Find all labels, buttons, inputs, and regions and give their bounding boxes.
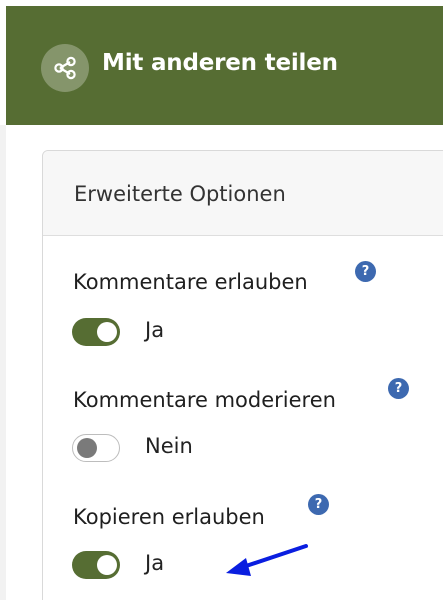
advanced-options-card: Erweiterte Optionen: [42, 150, 443, 600]
page: Mit anderen teilen Erweiterte Optionen K…: [0, 0, 443, 600]
help-icon[interactable]: ?: [388, 378, 409, 399]
help-icon[interactable]: ?: [355, 261, 376, 282]
allow-comments-state: Ja: [145, 318, 165, 342]
option-label-moderate-comments: Kommentare moderieren: [73, 388, 336, 412]
card-header: Erweiterte Optionen: [43, 151, 443, 236]
share-header: Mit anderen teilen: [6, 6, 443, 125]
help-icon[interactable]: ?: [308, 494, 329, 515]
header-title: Mit anderen teilen: [102, 50, 338, 76]
toggle-knob: [77, 438, 97, 458]
toggle-knob: [97, 322, 117, 342]
option-label-allow-copying: Kopieren erlauben: [73, 505, 265, 529]
annotation-arrow-icon: [226, 544, 308, 576]
option-label-allow-comments: Kommentare erlauben: [73, 270, 308, 294]
card-title: Erweiterte Optionen: [74, 182, 286, 206]
allow-comments-toggle[interactable]: [72, 318, 120, 346]
share-button[interactable]: [41, 44, 89, 92]
share-icon: [54, 56, 76, 80]
moderate-comments-toggle[interactable]: [72, 434, 120, 462]
left-strip: [0, 125, 6, 600]
allow-copying-state: Ja: [145, 551, 165, 575]
toggle-knob: [97, 555, 117, 575]
moderate-comments-state: Nein: [145, 434, 193, 458]
allow-copying-toggle[interactable]: [72, 551, 120, 579]
